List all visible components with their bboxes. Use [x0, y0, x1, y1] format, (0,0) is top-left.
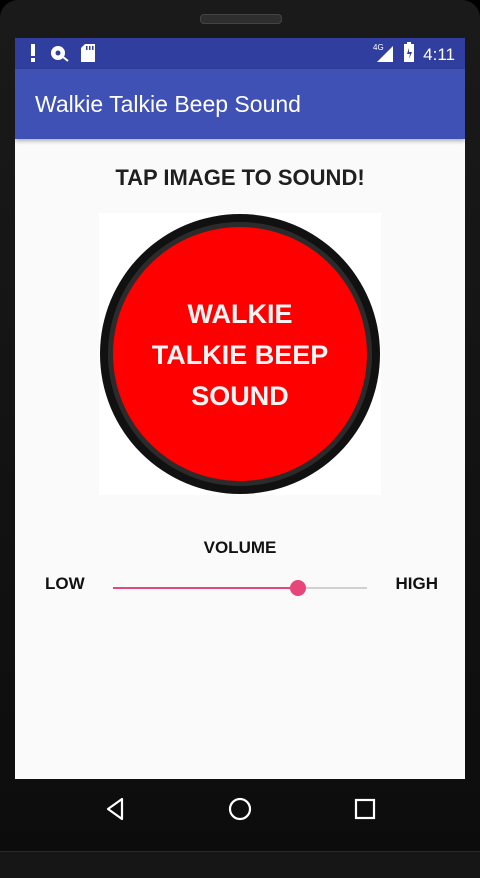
- svg-text:4G: 4G: [373, 43, 384, 52]
- volume-high-label: HIGH: [395, 574, 439, 593]
- image-line-1: WALKIE: [188, 299, 293, 329]
- volume-label: VOLUME: [203, 538, 277, 557]
- status-bar: 4G 4:11: [15, 38, 465, 69]
- main-content: TAP IMAGE TO SOUND! WALKIE TALKIE BEEP S…: [15, 139, 465, 779]
- back-icon[interactable]: [102, 795, 130, 823]
- sync-icon: [49, 44, 69, 67]
- status-time: 4:11: [423, 44, 455, 64]
- recents-icon[interactable]: [351, 795, 379, 823]
- volume-low-label: LOW: [45, 574, 85, 593]
- phone-frame: 4G 4:11 Walkie Talkie Beep Sound TAP IMA…: [0, 0, 480, 878]
- sd-card-icon: [81, 44, 95, 67]
- slider-fill: [113, 587, 299, 589]
- image-line-3: SOUND: [191, 381, 289, 411]
- battery-icon: [403, 42, 415, 67]
- signal-icon: 4G: [373, 42, 395, 67]
- navigation-bar: [0, 779, 480, 839]
- app-title: Walkie Talkie Beep Sound: [35, 91, 301, 117]
- app-bar: Walkie Talkie Beep Sound: [15, 69, 465, 139]
- home-icon[interactable]: [226, 795, 254, 823]
- beep-sound-button[interactable]: WALKIE TALKIE BEEP SOUND: [99, 213, 381, 495]
- alert-icon: [29, 44, 37, 67]
- phone-bottom-bezel: [0, 851, 480, 878]
- screen: 4G 4:11 Walkie Talkie Beep Sound TAP IMA…: [15, 38, 465, 779]
- instruction-text: TAP IMAGE TO SOUND!: [115, 165, 365, 190]
- earpiece-speaker: [200, 14, 282, 24]
- image-line-2: TALKIE BEEP: [152, 340, 329, 370]
- slider-thumb[interactable]: [290, 580, 307, 596]
- volume-slider[interactable]: [113, 577, 367, 599]
